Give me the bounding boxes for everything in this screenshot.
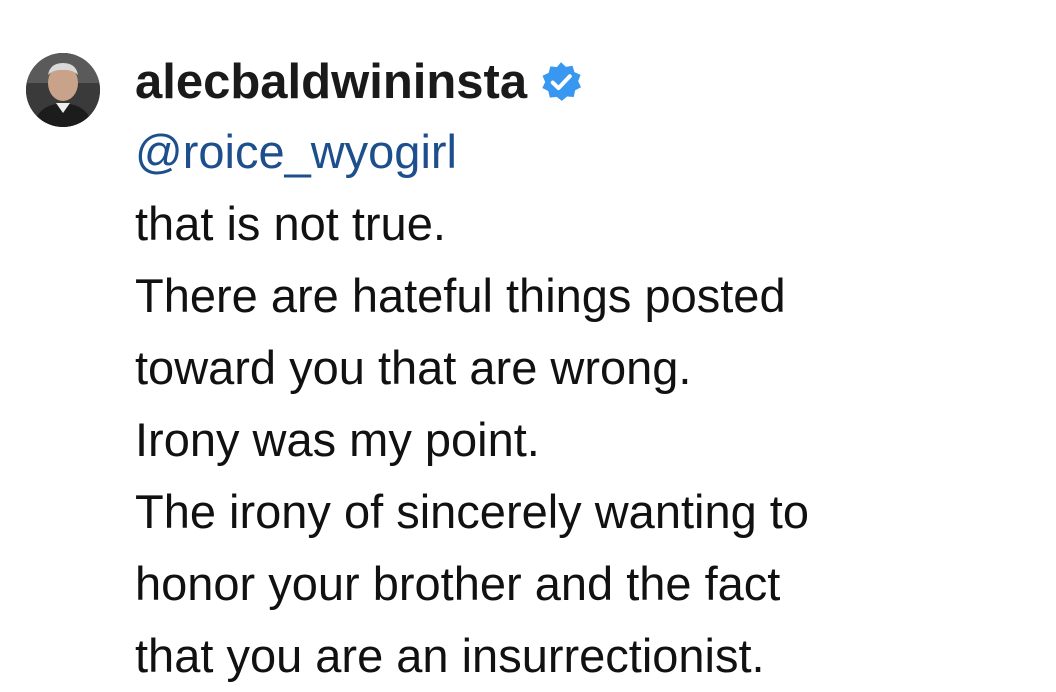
comment-text-line: honor your brother and the fact	[135, 557, 781, 610]
comment-header: alecbaldwininsta	[135, 46, 1035, 118]
comment-text-line: toward you that are wrong.	[135, 341, 692, 394]
comment-text-line: There are hateful things posted	[135, 269, 786, 322]
username-link[interactable]: alecbaldwininsta	[135, 46, 527, 118]
mention-link[interactable]: @roice_wyogirl	[135, 116, 1035, 188]
verified-badge-icon	[539, 60, 583, 104]
comment-text-line: The irony of sincerely wanting to	[135, 485, 809, 538]
avatar-image	[26, 53, 100, 127]
comment-text-line: that is not true.	[135, 197, 446, 250]
comment-content: alecbaldwininsta @roice_wyogirl that is …	[135, 46, 1035, 692]
comment-text-line: Irony was my point.	[135, 413, 540, 466]
comment-text-line: that you are an insurrectionist.	[135, 629, 765, 682]
avatar[interactable]	[26, 53, 100, 127]
comment: alecbaldwininsta @roice_wyogirl that is …	[0, 0, 1056, 690]
